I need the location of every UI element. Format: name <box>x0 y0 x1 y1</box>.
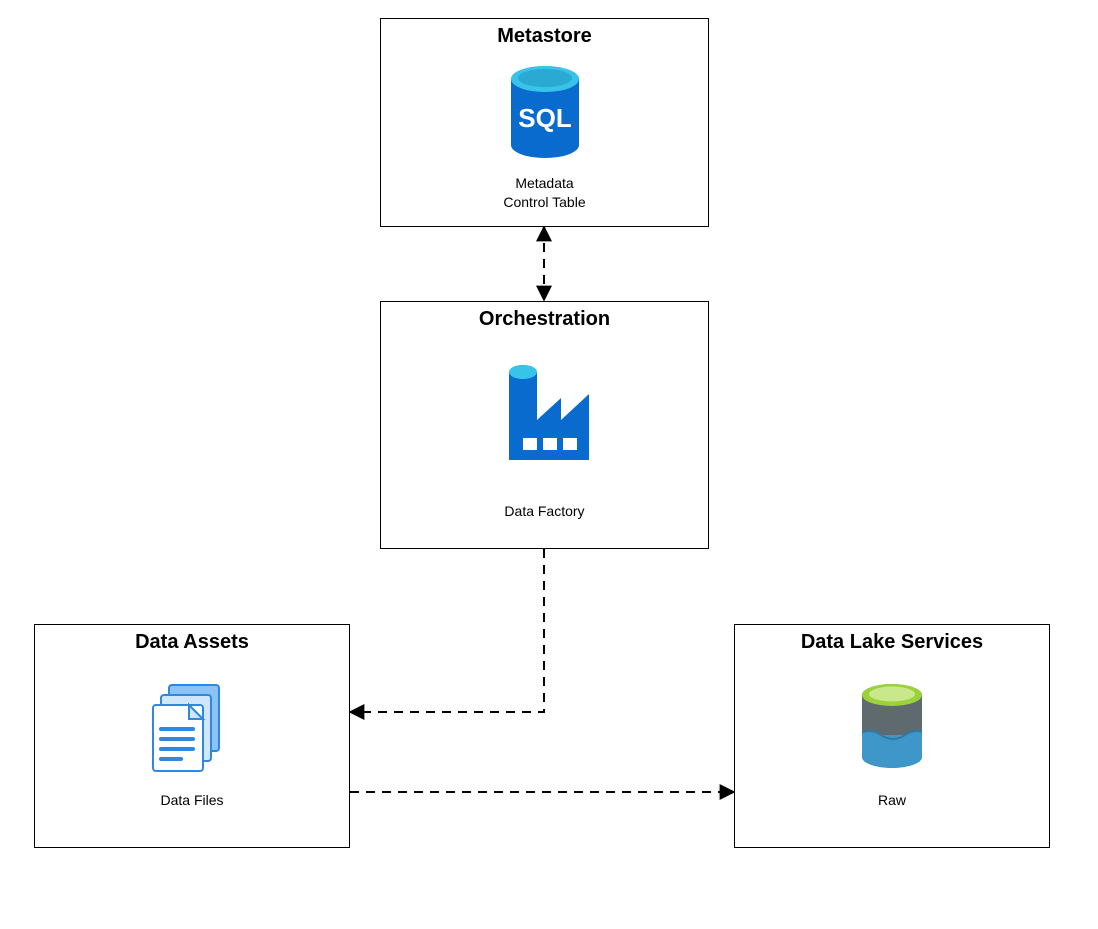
caption-data-assets: Data Files <box>35 791 349 810</box>
edge-orchestration-dataassets <box>350 549 544 712</box>
title-data-lake: Data Lake Services <box>735 631 1049 654</box>
data-files-icon <box>149 683 235 782</box>
data-factory-icon <box>491 358 599 473</box>
title-data-assets: Data Assets <box>35 631 349 654</box>
box-metastore: Metastore SQL Metadata Control Table <box>380 18 709 227</box>
caption-metastore: Metadata Control Table <box>381 174 708 212</box>
caption-orchestration: Data Factory <box>381 502 708 521</box>
box-data-assets: Data Assets Data Files <box>34 624 350 848</box>
title-metastore: Metastore <box>381 25 708 48</box>
box-data-lake: Data Lake Services Raw <box>734 624 1050 848</box>
svg-text:SQL: SQL <box>518 103 572 133</box>
title-orchestration: Orchestration <box>381 308 708 331</box>
sql-database-icon: SQL <box>506 65 584 168</box>
caption-data-lake: Raw <box>735 791 1049 810</box>
data-lake-icon <box>857 683 927 780</box>
caption-metastore-line1: Metadata <box>515 175 573 191</box>
caption-metastore-line2: Control Table <box>503 194 585 210</box>
box-orchestration: Orchestration Data Factory <box>380 301 709 549</box>
